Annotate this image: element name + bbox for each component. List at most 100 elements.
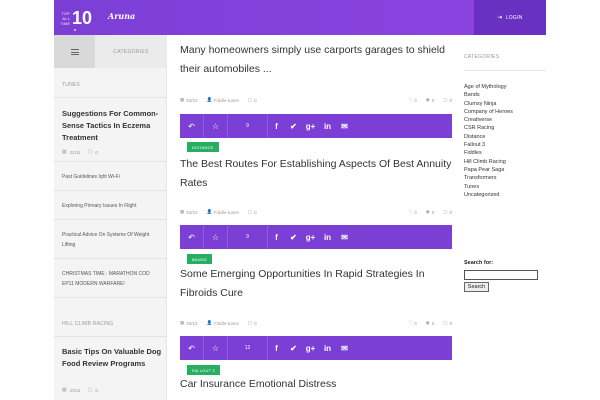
search-input[interactable] bbox=[464, 270, 538, 280]
menu-toggle-button[interactable] bbox=[54, 35, 95, 68]
list-item[interactable]: CHRISTMAS TIME : MARATHON COD EP11 MODER… bbox=[62, 269, 162, 289]
reply-icon[interactable]: ↶ bbox=[180, 336, 204, 360]
category-link[interactable]: Bands bbox=[464, 91, 513, 99]
post-title[interactable]: Many homeowners simply use carports gara… bbox=[180, 41, 460, 79]
calendar-icon: ▦ bbox=[180, 97, 185, 102]
google-plus-icon[interactable]: g+ bbox=[302, 225, 319, 249]
facebook-icon[interactable]: f bbox=[268, 336, 285, 360]
comment-icon: ▢ bbox=[443, 320, 448, 325]
post-meta: ▦ 03/10 👤 Fiddle-tunes ▢ 0 ♡ 0 ◉ 0 ▢ 0 bbox=[180, 95, 452, 105]
category-link[interactable]: Papa Pear Saga bbox=[464, 166, 513, 174]
login-label: LOGIN bbox=[505, 14, 523, 21]
email-icon[interactable]: ✉ bbox=[336, 225, 353, 249]
post-author[interactable]: Fiddle-tunes bbox=[214, 321, 239, 326]
share-bar: ↶ ☆ 9 f ✔ g+ in ✉ bbox=[180, 114, 452, 138]
list-item[interactable]: Exploring Primary Issues In Flight bbox=[62, 201, 162, 211]
facebook-icon[interactable]: f bbox=[268, 225, 285, 249]
divider bbox=[54, 297, 167, 298]
category-link[interactable]: Uncategorized bbox=[464, 191, 513, 199]
post-date: 03/10 bbox=[186, 209, 198, 215]
site-header: TOP ALL TIME 10 Aruna ⇥ LOGIN bbox=[0, 0, 600, 35]
post-author[interactable]: Fiddle-tunes bbox=[214, 210, 239, 215]
eye-icon: ◉ bbox=[425, 209, 430, 214]
twitter-icon[interactable]: ✔ bbox=[285, 114, 302, 138]
comment-count[interactable]: 0 bbox=[254, 321, 257, 326]
category-link[interactable]: Age of Mythology bbox=[464, 83, 513, 91]
reply-icon[interactable]: ↶ bbox=[180, 114, 204, 138]
twitter-icon[interactable]: ✔ bbox=[285, 225, 302, 249]
featured-post-title[interactable]: Suggestions For Common-Sense Tactics In … bbox=[62, 108, 162, 144]
share-count: 9 bbox=[228, 114, 268, 138]
featured-post-title[interactable]: Basic Tips On Valuable Dog Food Review P… bbox=[62, 346, 162, 370]
list-item[interactable]: Practical Advice On Systems Of Weight Li… bbox=[62, 230, 162, 250]
eye-icon: ◉ bbox=[425, 97, 430, 102]
email-icon[interactable]: ✉ bbox=[336, 114, 353, 138]
google-plus-icon[interactable]: g+ bbox=[302, 336, 319, 360]
star-icon[interactable]: ☆ bbox=[204, 225, 228, 249]
comment-count: 0 bbox=[449, 97, 452, 103]
share-count: 9 bbox=[228, 225, 268, 249]
like-icon[interactable]: ♡ bbox=[408, 209, 412, 215]
like-icon[interactable]: ♡ bbox=[408, 97, 412, 103]
category-link[interactable]: Fallout 3 bbox=[464, 141, 513, 149]
hamburger-icon bbox=[70, 48, 79, 55]
post-meta: ▦ 03/10 👤 Fiddle-tunes ▢ 0 ♡ 0 ◉ 0 ▢ 0 bbox=[180, 318, 452, 328]
like-count: 0 bbox=[414, 97, 417, 103]
search-button[interactable]: Search bbox=[464, 282, 489, 292]
post-meta: ▦ 03/10 👤 Fiddle-tunes ▢ 0 ♡ 0 ◉ 0 ▢ 0 bbox=[180, 207, 452, 217]
divider bbox=[54, 190, 167, 191]
category-tag[interactable]: BANDS bbox=[187, 254, 212, 264]
category-link[interactable]: Distance bbox=[464, 133, 513, 141]
category-link[interactable]: Tunes bbox=[464, 183, 513, 191]
google-plus-icon[interactable]: g+ bbox=[302, 114, 319, 138]
comment-icon: ▢ bbox=[247, 320, 253, 325]
category-link[interactable]: CSR Racing bbox=[464, 124, 513, 132]
category-link[interactable]: Hill Climb Racing bbox=[464, 158, 513, 166]
comment-icon: ▢ bbox=[87, 387, 93, 393]
share-bar: ↶ ☆ 9 f ✔ g+ in ✉ bbox=[180, 225, 452, 249]
category-tag[interactable]: DISTANCE bbox=[187, 142, 219, 152]
login-button[interactable]: ⇥ LOGIN bbox=[474, 0, 546, 35]
category-link[interactable]: Fiddles bbox=[464, 149, 513, 157]
star-icon[interactable]: ☆ bbox=[204, 114, 228, 138]
twitter-icon[interactable]: ✔ bbox=[285, 336, 302, 360]
section-heading-hill-climb[interactable]: HILL CLIMB RACING bbox=[62, 321, 113, 327]
post-author[interactable]: Fiddle-tunes bbox=[214, 98, 239, 103]
site-logo[interactable]: TOP ALL TIME 10 bbox=[60, 5, 92, 31]
comment-icon: ▢ bbox=[443, 209, 448, 214]
right-sidebar: CATEGORIES Age of Mythology Bands Clumsy… bbox=[461, 35, 546, 400]
share-bar: ↶ ☆ 12 f ✔ g+ in ✉ bbox=[180, 336, 452, 360]
section-heading-tunes[interactable]: TUNES bbox=[62, 82, 80, 88]
star-icon[interactable]: ☆ bbox=[204, 336, 228, 360]
category-link[interactable]: Transformers bbox=[464, 174, 513, 182]
featured-post-meta: ▦ 22/11 ▢ 0 bbox=[62, 149, 98, 155]
category-link[interactable]: Creativerse bbox=[464, 116, 513, 124]
divider bbox=[464, 70, 546, 71]
category-link[interactable]: Clumsy Ninja bbox=[464, 100, 513, 108]
linkedin-icon[interactable]: in bbox=[319, 336, 336, 360]
email-icon[interactable]: ✉ bbox=[336, 336, 353, 360]
calendar-icon: ▦ bbox=[62, 387, 67, 393]
post-title[interactable]: The Best Routes For Establishing Aspects… bbox=[180, 155, 460, 193]
comment-count: 0 bbox=[95, 149, 98, 155]
linkedin-icon[interactable]: in bbox=[319, 114, 336, 138]
like-icon[interactable]: ♡ bbox=[408, 320, 412, 326]
comment-icon: ▢ bbox=[247, 97, 253, 102]
category-link[interactable]: Company of Heroes bbox=[464, 108, 513, 116]
categories-tab[interactable]: CATEGORIES bbox=[95, 35, 167, 68]
logo-small-text: TOP ALL TIME bbox=[60, 10, 71, 26]
facebook-icon[interactable]: f bbox=[268, 114, 285, 138]
linkedin-icon[interactable]: in bbox=[319, 225, 336, 249]
comment-count[interactable]: 0 bbox=[254, 98, 257, 103]
post-title[interactable]: Some Emerging Opportunities In Rapid Str… bbox=[180, 265, 460, 303]
brand-name[interactable]: Aruna bbox=[108, 11, 135, 21]
post-date: 03/10 bbox=[186, 97, 198, 103]
like-count: 0 bbox=[414, 320, 417, 326]
category-tag[interactable]: FALLOUT 3 bbox=[187, 365, 220, 375]
reply-icon[interactable]: ↶ bbox=[180, 225, 204, 249]
comment-count[interactable]: 0 bbox=[254, 210, 257, 215]
calendar-icon: ▦ bbox=[180, 209, 185, 214]
category-list: Age of Mythology Bands Clumsy Ninja Comp… bbox=[464, 83, 513, 199]
post-title[interactable]: Car Insurance Emotional Distress bbox=[180, 375, 460, 394]
list-item[interactable]: Past Guidelines Iqht Wi-Fi bbox=[62, 172, 162, 182]
